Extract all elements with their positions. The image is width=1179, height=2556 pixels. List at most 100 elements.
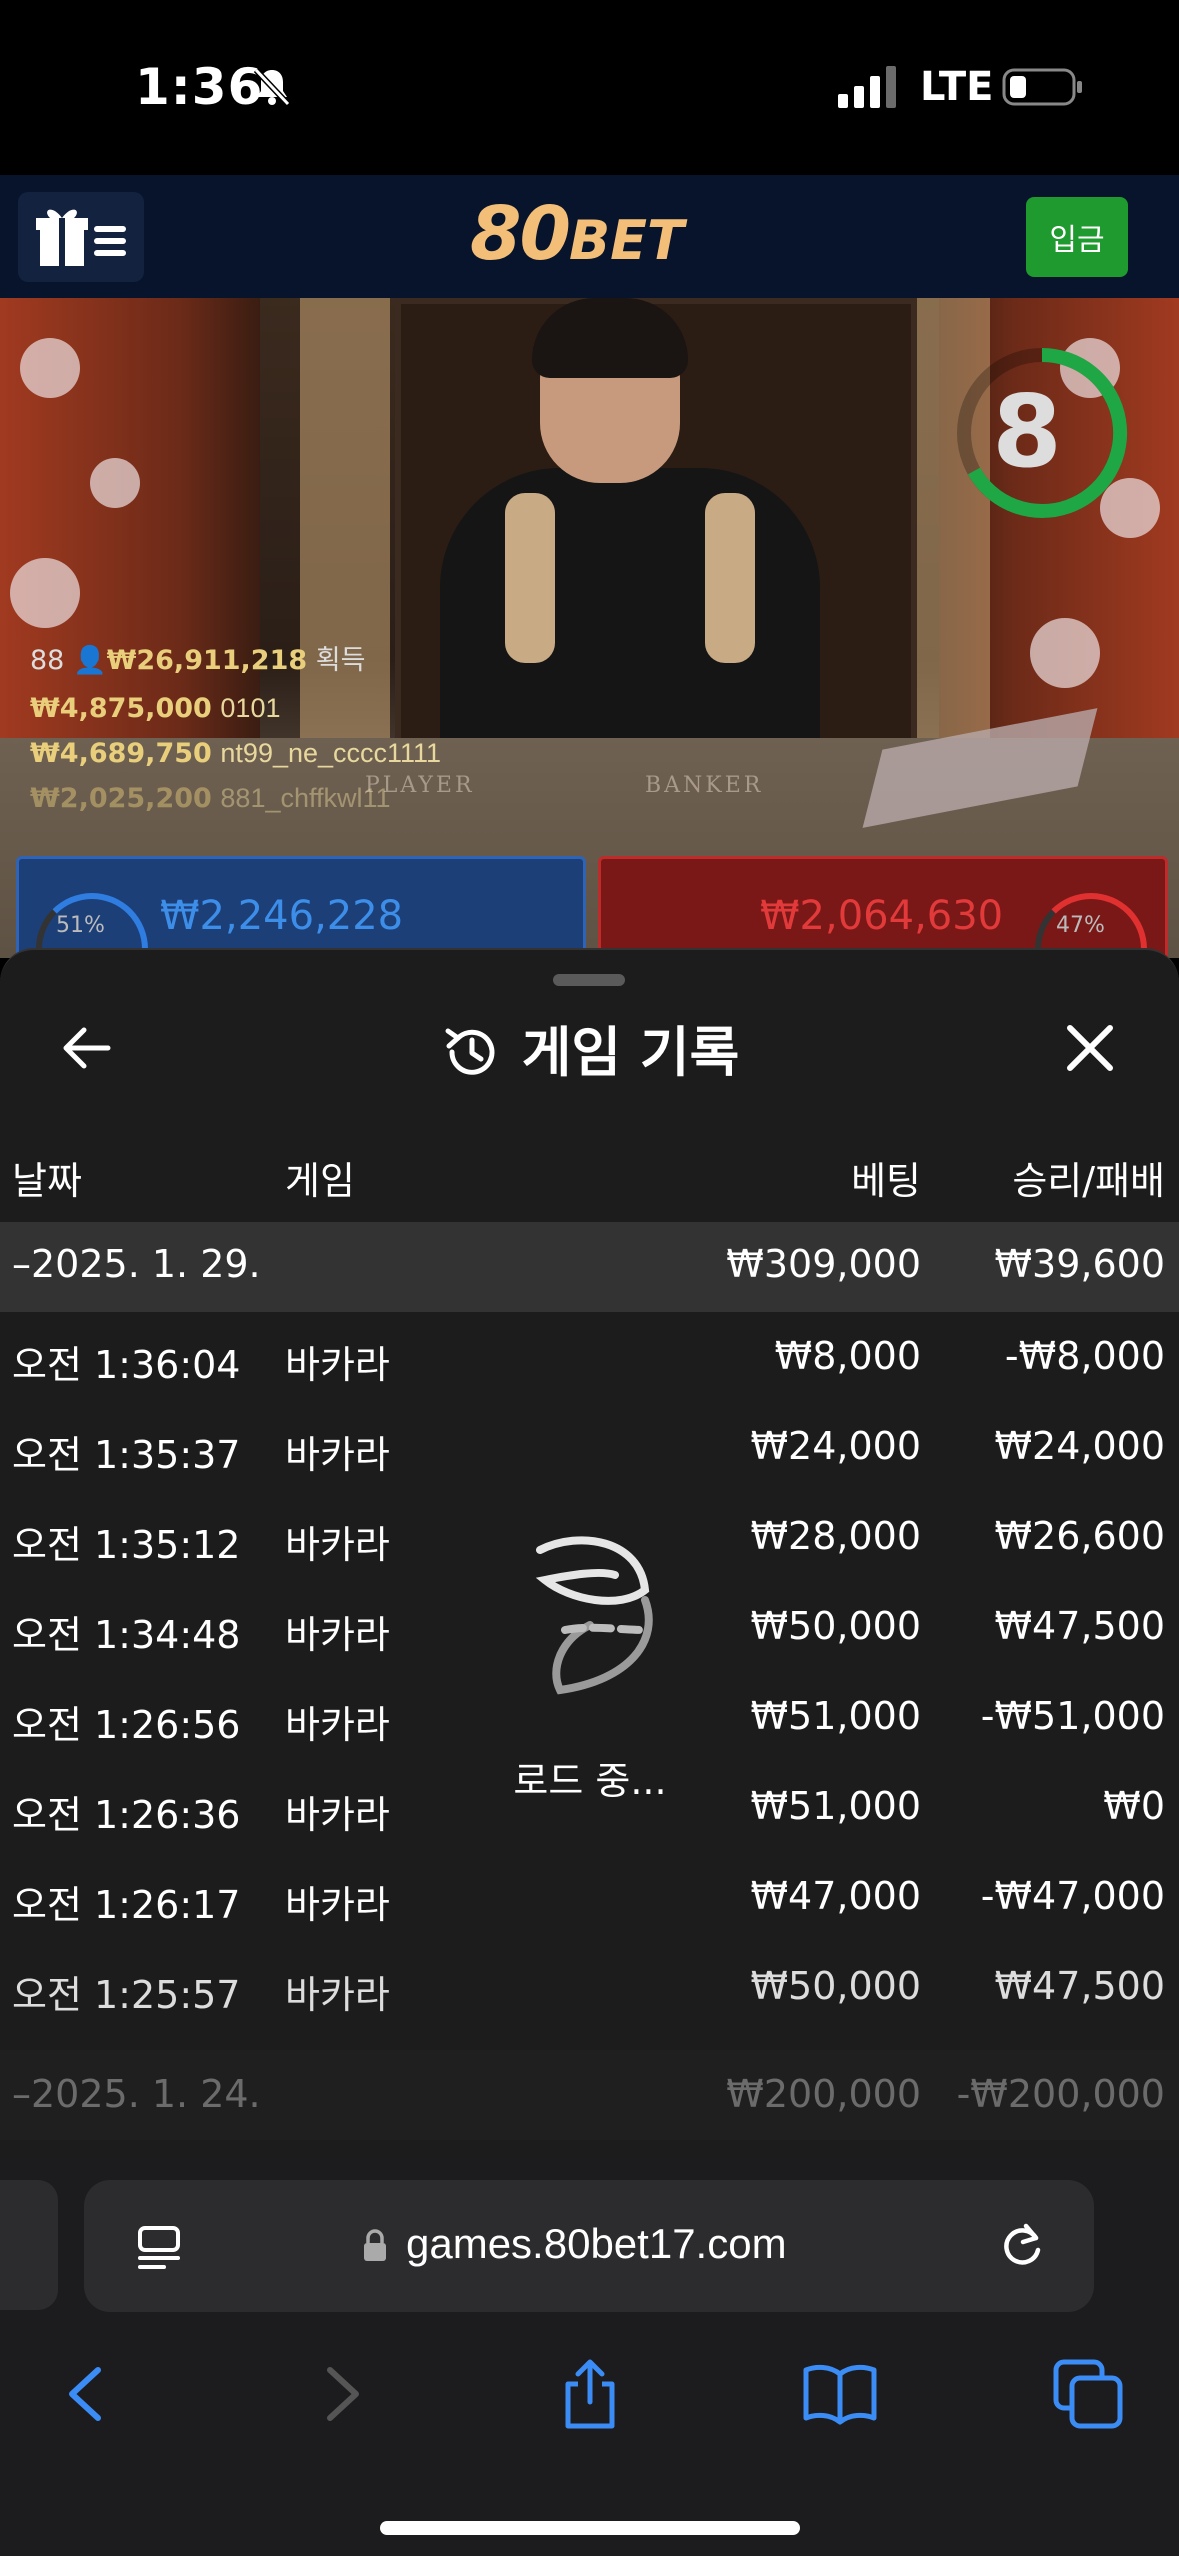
column-header-bet: 베팅 (851, 1159, 921, 1203)
status-time: 1:36 (135, 58, 264, 116)
lock-icon (364, 2229, 386, 2261)
date-group-label: –2025. 1. 29. (12, 1242, 261, 1286)
site-logo[interactable]: 80BET (470, 191, 684, 277)
close-icon[interactable] (1064, 1022, 1116, 1074)
date-group-row[interactable]: –2025. 1. 29. ₩309,000 ₩39,600 (0, 1222, 1179, 1312)
row-bet: ₩50,000 (750, 1964, 921, 2008)
blossom (10, 558, 80, 628)
dealer-figure (505, 493, 555, 663)
row-game: 바카라 (285, 1793, 390, 1837)
site-header: 80BET 입금 (0, 175, 1179, 298)
back-icon[interactable] (50, 2356, 126, 2432)
reader-icon[interactable] (134, 2222, 184, 2272)
row-result: ₩24,000 (994, 1424, 1165, 1468)
reload-icon[interactable] (996, 2220, 1048, 2272)
home-indicator (380, 2521, 800, 2535)
player-bet-total: ₩2,246,228 (160, 893, 404, 939)
round-count: 88 (30, 645, 65, 676)
winner-line: ₩2,025,200 881_chffkwl11 (30, 783, 391, 814)
banker-bet-total: ₩2,064,630 (760, 893, 1004, 939)
previous-tab-peek[interactable] (0, 2180, 58, 2310)
url-text: games.80bet17.com (406, 2220, 787, 2267)
sheet-grabber[interactable] (553, 974, 625, 986)
bookmarks-icon[interactable] (802, 2356, 878, 2432)
table-label-banker: BANKER (645, 773, 764, 798)
blossom (1030, 618, 1100, 688)
loading-spinner-icon (535, 1536, 653, 1695)
date-group-row[interactable]: –2025. 1. 24. ₩200,000 -₩200,000 (0, 2050, 1179, 2140)
row-result: ₩47,500 (994, 1964, 1165, 2008)
deposit-button[interactable]: 입금 (1026, 197, 1128, 277)
table-row[interactable]: 오전 1:26:17 바카라 ₩47,000 -₩47,000 (0, 1852, 1179, 1942)
address-bar[interactable]: games.80bet17.com (84, 2180, 1094, 2312)
sheet-title-text: 게임 기록 (521, 1021, 740, 1084)
row-result: ₩26,600 (994, 1514, 1165, 1558)
dealer-figure (705, 493, 755, 663)
row-game: 바카라 (285, 1883, 390, 1927)
row-game: 바카라 (285, 1523, 390, 1567)
row-bet: ₩47,000 (750, 1874, 921, 1918)
row-result: -₩51,000 (980, 1694, 1165, 1738)
row-game: 바카라 (285, 1613, 390, 1657)
row-time: 오전 1:36:04 (12, 1343, 241, 1387)
status-bar: 1:36 LTE (0, 0, 1179, 175)
table-row[interactable]: 오전 1:36:04 바카라 ₩8,000 -₩8,000 (0, 1312, 1179, 1402)
row-game: 바카라 (285, 1433, 390, 1477)
column-header-game: 게임 (285, 1159, 355, 1203)
user-icon: 👤 (72, 645, 107, 676)
total-suffix: 획득 (315, 645, 366, 676)
winner-line: ₩4,689,750 nt99_ne_cccc1111 (30, 738, 441, 769)
date-group-bet: ₩200,000 (726, 2072, 921, 2116)
gift-menu-icon (36, 209, 126, 266)
date-group-bet: ₩309,000 (726, 1242, 921, 1286)
date-group-label: –2025. 1. 24. (12, 2072, 261, 2116)
row-result: ₩47,500 (994, 1604, 1165, 1648)
network-label: LTE (920, 64, 994, 110)
row-bet: ₩51,000 (750, 1694, 921, 1738)
winner-line: ₩4,875,000 0101 (30, 693, 280, 724)
row-bet: ₩50,000 (750, 1604, 921, 1648)
row-result: ₩0 (1103, 1784, 1165, 1828)
share-icon[interactable] (552, 2356, 628, 2432)
tabs-icon[interactable] (1050, 2356, 1126, 2432)
bell-slash-icon (253, 67, 291, 107)
row-time: 오전 1:26:17 (12, 1883, 241, 1927)
logo-number: 80 (470, 191, 571, 277)
logo-text: BET (568, 209, 684, 272)
row-bet: ₩28,000 (750, 1514, 921, 1558)
winner-amount: ₩4,875,000 (30, 693, 212, 724)
winners-summary: 88 👤₩26,911,218 획득 (30, 638, 365, 677)
row-bet: ₩24,000 (750, 1424, 921, 1468)
blossom (90, 458, 140, 508)
blossom (20, 338, 80, 398)
winner-user: 0101 (220, 693, 281, 723)
history-icon (445, 1028, 495, 1075)
browser-toolbar: games.80bet17.com (0, 2158, 1179, 2556)
row-time: 오전 1:35:37 (12, 1433, 241, 1477)
game-history-sheet: 게임 기록 날짜 게임 베팅 승리/패배 –2025. 1. 29. ₩309,… (0, 948, 1179, 2160)
row-game: 바카라 (285, 1343, 390, 1387)
row-time: 오전 1:35:12 (12, 1523, 241, 1567)
date-group-win: ₩39,600 (994, 1242, 1165, 1286)
menu-button[interactable] (18, 192, 144, 282)
forward-icon[interactable] (302, 2356, 378, 2432)
row-time: 오전 1:25:57 (12, 1973, 241, 2017)
winner-amount: ₩2,025,200 (30, 783, 212, 814)
winner-user: 881_chffkwl11 (220, 783, 391, 813)
date-group-win: -₩200,000 (956, 2072, 1165, 2116)
signal-icon (838, 66, 896, 108)
player-percent: 51% (56, 913, 105, 938)
row-result: -₩8,000 (1004, 1334, 1165, 1378)
table-row[interactable]: 오전 1:35:37 바카라 ₩24,000 ₩24,000 (0, 1402, 1179, 1492)
row-game: 바카라 (285, 1973, 390, 2017)
loading-text: 로드 중... (513, 1759, 667, 1803)
total-win-amount: ₩26,911,218 (106, 645, 308, 676)
row-time: 오전 1:34:48 (12, 1613, 241, 1657)
winner-user: nt99_ne_cccc1111 (220, 738, 442, 768)
row-game: 바카라 (285, 1703, 390, 1747)
table-row[interactable]: 오전 1:25:57 바카라 ₩50,000 ₩47,500 (0, 1942, 1179, 2032)
column-header-winloss: 승리/패배 (1012, 1159, 1165, 1203)
row-time: 오전 1:26:36 (12, 1793, 241, 1837)
battery-icon (1002, 68, 1082, 106)
countdown-number: 8 (992, 373, 1062, 490)
